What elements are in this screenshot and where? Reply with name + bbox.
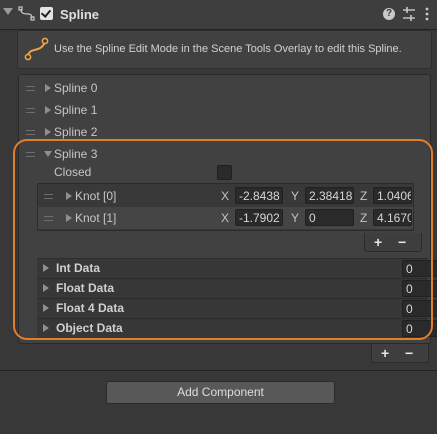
list-item-spline-0[interactable]: Spline 0 bbox=[19, 77, 430, 99]
knot-x-field[interactable]: -2.8438 bbox=[235, 187, 283, 204]
x-axis-label: X bbox=[221, 189, 230, 203]
info-box: Use the Spline Edit Mode in the Scene To… bbox=[17, 30, 432, 69]
knot-label: Knot [1] bbox=[75, 211, 117, 225]
help-icon[interactable]: ? bbox=[383, 8, 395, 20]
closed-checkbox[interactable] bbox=[217, 165, 232, 180]
foldout-arrow-icon[interactable] bbox=[43, 284, 49, 292]
knot-z-field[interactable]: 1.04060 bbox=[373, 187, 412, 204]
enabled-checkbox[interactable] bbox=[40, 7, 53, 20]
drag-handle-icon[interactable] bbox=[26, 86, 35, 91]
foldout-arrow-icon[interactable] bbox=[45, 84, 51, 92]
list-item-spline-3[interactable]: Spline 3 bbox=[19, 143, 430, 165]
list-item-spline-1[interactable]: Spline 1 bbox=[19, 99, 430, 121]
list-item-spline-2[interactable]: Spline 2 bbox=[19, 121, 430, 143]
spline-icon bbox=[18, 6, 35, 21]
knot-row[interactable]: Knot [0] X -2.8438 Y 2.38418 Z 1.04060 bbox=[38, 185, 413, 207]
y-axis-label: Y bbox=[291, 189, 300, 203]
foldout-arrow-icon[interactable] bbox=[43, 324, 49, 332]
int-data-label: Int Data bbox=[56, 261, 101, 275]
float-data-label: Float Data bbox=[56, 281, 115, 295]
add-spline-button[interactable]: + bbox=[381, 344, 389, 362]
remove-spline-button[interactable]: − bbox=[405, 344, 413, 362]
foldout-arrow-icon[interactable] bbox=[43, 304, 49, 312]
knot-y-field[interactable]: 2.38418 bbox=[305, 187, 354, 204]
component-title: Spline bbox=[60, 7, 100, 22]
object-data-count[interactable]: 0 bbox=[402, 320, 437, 337]
float4-data-label: Float 4 Data bbox=[56, 301, 125, 315]
drag-handle-icon[interactable] bbox=[44, 216, 53, 221]
info-text: Use the Spline Edit Mode in the Scene To… bbox=[54, 43, 402, 55]
int-data-row[interactable]: Int Data 0 bbox=[37, 258, 437, 278]
knot-label: Knot [0] bbox=[75, 189, 117, 203]
y-axis-label: Y bbox=[291, 211, 300, 225]
drag-handle-icon[interactable] bbox=[26, 152, 35, 157]
drag-handle-icon[interactable] bbox=[44, 194, 53, 199]
component-header: Spline ? bbox=[0, 0, 437, 30]
spline-label: Spline 3 bbox=[54, 147, 98, 161]
add-component-button[interactable]: Add Component bbox=[106, 381, 335, 404]
float4-data-row[interactable]: Float 4 Data 0 bbox=[37, 298, 437, 318]
foldout-arrow-icon[interactable] bbox=[45, 106, 51, 114]
float-data-row[interactable]: Float Data 0 bbox=[37, 278, 437, 298]
knot-x-field[interactable]: -1.7902 bbox=[235, 209, 283, 226]
foldout-arrow-icon[interactable] bbox=[45, 128, 51, 136]
object-data-label: Object Data bbox=[56, 321, 123, 335]
int-data-count[interactable]: 0 bbox=[402, 260, 437, 277]
remove-knot-button[interactable]: − bbox=[398, 233, 406, 251]
divider bbox=[0, 370, 437, 371]
z-axis-label: Z bbox=[360, 189, 368, 203]
knot-y-field[interactable]: 0 bbox=[305, 209, 354, 226]
foldout-arrow-icon[interactable] bbox=[43, 264, 49, 272]
spline-add-remove-buttons: + − bbox=[371, 344, 429, 363]
add-knot-button[interactable]: + bbox=[374, 233, 382, 251]
spline-label: Spline 0 bbox=[54, 81, 98, 95]
menu-icon[interactable] bbox=[424, 6, 430, 22]
z-axis-label: Z bbox=[360, 211, 368, 225]
knot-z-field[interactable]: 4.16704 bbox=[373, 209, 412, 226]
spline-label: Spline 1 bbox=[54, 103, 98, 117]
knot-add-remove-buttons: + − bbox=[364, 233, 422, 252]
x-axis-label: X bbox=[221, 211, 230, 225]
knot-row[interactable]: Knot [1] X -1.7902 Y 0 Z 4.16704 bbox=[38, 207, 413, 229]
foldout-arrow-icon[interactable] bbox=[66, 214, 72, 222]
float4-data-count[interactable]: 0 bbox=[402, 300, 437, 317]
foldout-arrow-icon[interactable] bbox=[66, 192, 72, 200]
float-data-count[interactable]: 0 bbox=[402, 280, 437, 297]
object-data-row[interactable]: Object Data 0 bbox=[37, 318, 437, 338]
knot-list: Knot [0] X -2.8438 Y 2.38418 Z 1.04060 K… bbox=[37, 183, 414, 231]
foldout-arrow-down-icon[interactable] bbox=[44, 151, 52, 157]
drag-handle-icon[interactable] bbox=[26, 108, 35, 113]
closed-label: Closed bbox=[54, 165, 92, 179]
foldout-arrow-icon[interactable] bbox=[3, 8, 13, 15]
spline-label: Spline 2 bbox=[54, 125, 98, 139]
spline-edit-icon bbox=[24, 37, 49, 61]
drag-handle-icon[interactable] bbox=[26, 130, 35, 135]
preset-icon[interactable] bbox=[402, 6, 416, 22]
spline-list: Spline 0 Spline 1 Spline 2 Spline 3 Clos… bbox=[18, 74, 437, 344]
